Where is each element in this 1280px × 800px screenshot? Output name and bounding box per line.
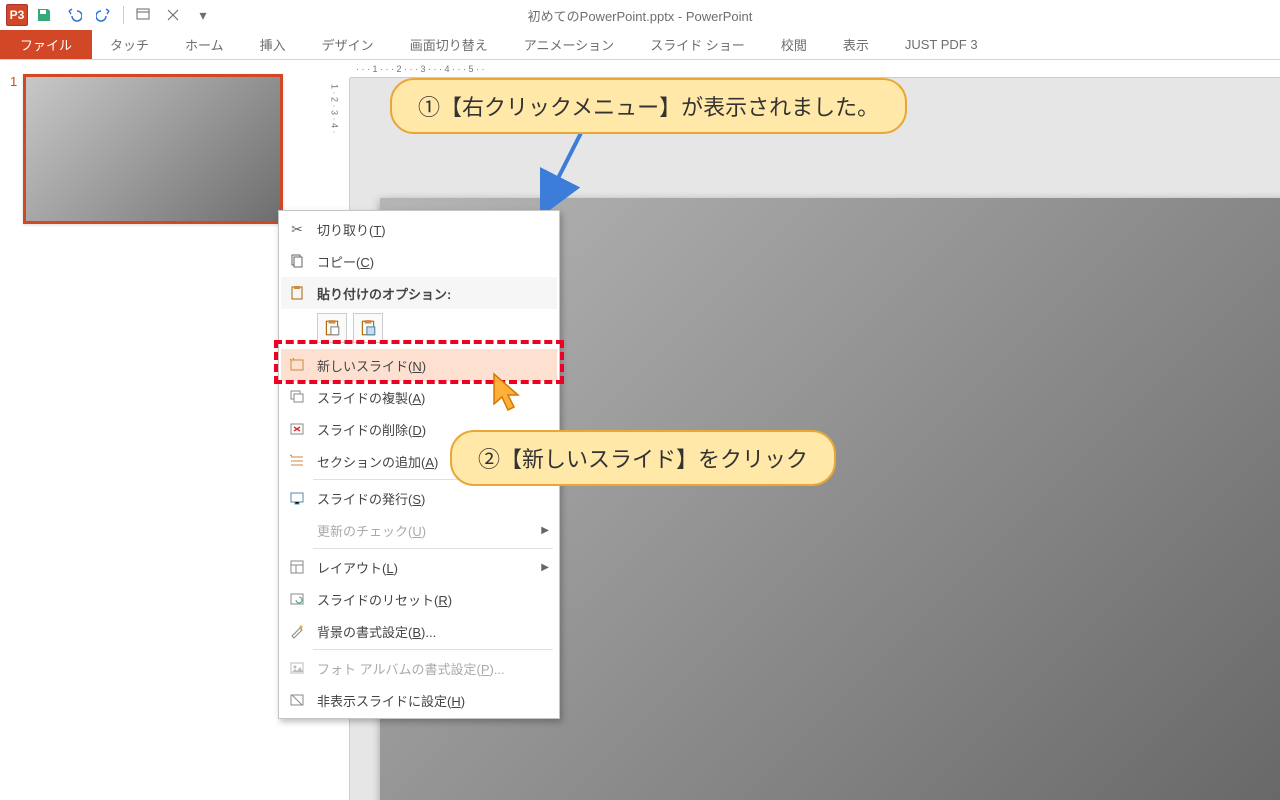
quick-access-toolbar: P3 ▾	[0, 2, 217, 28]
qa-dropdown-icon[interactable]: ▾	[189, 2, 217, 28]
menu-separator	[313, 548, 553, 549]
menu-reset-slide[interactable]: スライドのリセット(R)	[281, 583, 557, 615]
window-title: 初めてのPowerPoint.pptx - PowerPoint	[528, 6, 753, 25]
menu-cut[interactable]: ✂ 切り取り(T)	[281, 213, 557, 245]
tab-touch[interactable]: タッチ	[92, 30, 167, 59]
slide-thumbnail-wrap: 1	[10, 74, 310, 224]
tab-insert[interactable]: 挿入	[242, 30, 304, 59]
menu-label: フォト アルバムの書式設定(P)...	[317, 659, 549, 678]
qa-extra1-icon[interactable]	[129, 2, 157, 28]
menu-label: レイアウト(L)	[317, 558, 531, 577]
title-bar: P3 ▾ 初めてのPowerPoint.pptx - PowerPoint	[0, 0, 1280, 30]
copy-icon	[287, 251, 307, 271]
cut-icon: ✂	[287, 219, 307, 239]
app-icon[interactable]: P3	[6, 4, 28, 26]
menu-photo-album: フォト アルバムの書式設定(P)...	[281, 652, 557, 684]
callout-1: ①【右クリックメニュー】が表示されました。	[390, 78, 907, 134]
tab-home[interactable]: ホーム	[167, 30, 242, 59]
menu-label: 切り取り(T)	[317, 220, 549, 239]
callout-2: ②【新しいスライド】をクリック	[450, 430, 836, 486]
tab-file[interactable]: ファイル	[0, 30, 92, 59]
slide-number: 1	[10, 74, 17, 224]
reset-icon	[287, 589, 307, 609]
menu-layout[interactable]: レイアウト(L) ▶	[281, 551, 557, 583]
horizontal-ruler: · · · 1 · · · 2 · · · 3 · · · 4 · · · 5 …	[350, 60, 1280, 78]
menu-format-background[interactable]: 背景の書式設定(B)...	[281, 615, 557, 647]
section-icon	[287, 451, 307, 471]
menu-check-updates: 更新のチェック(U) ▶	[281, 514, 557, 546]
delete-icon	[287, 419, 307, 439]
menu-label: スライドのリセット(R)	[317, 590, 549, 609]
menu-label: 背景の書式設定(B)...	[317, 622, 549, 641]
cursor-icon	[490, 372, 526, 416]
menu-label: 非表示スライドに設定(H)	[317, 691, 549, 710]
slide-thumbnail-1[interactable]	[23, 74, 283, 224]
format-bg-icon	[287, 621, 307, 641]
submenu-arrow-icon: ▶	[541, 525, 549, 536]
blank-icon	[287, 520, 307, 540]
tab-review[interactable]: 校閲	[763, 30, 825, 59]
menu-label: 貼り付けのオプション:	[317, 284, 549, 303]
ribbon-tabs: ファイル タッチ ホーム 挿入 デザイン 画面切り替え アニメーション スライド…	[0, 30, 1280, 60]
menu-separator	[313, 649, 553, 650]
new-slide-icon	[287, 355, 307, 375]
tab-justpdf[interactable]: JUST PDF 3	[887, 30, 996, 59]
menu-paste-header: 貼り付けのオプション:	[281, 277, 557, 309]
photo-album-icon	[287, 658, 307, 678]
menu-copy[interactable]: コピー(C)	[281, 245, 557, 277]
paste-option-1[interactable]	[317, 313, 347, 343]
paste-icon	[287, 283, 307, 303]
tab-slideshow[interactable]: スライド ショー	[632, 30, 763, 59]
tab-design[interactable]: デザイン	[304, 30, 392, 59]
thumbnail-pane[interactable]: 1	[0, 60, 320, 800]
menu-label: 更新のチェック(U)	[317, 521, 531, 540]
submenu-arrow-icon: ▶	[541, 562, 549, 573]
paste-options-row	[281, 309, 557, 349]
redo-icon[interactable]	[90, 2, 118, 28]
separator	[123, 6, 124, 24]
menu-hide-slide[interactable]: 非表示スライドに設定(H)	[281, 684, 557, 716]
menu-publish-slides[interactable]: スライドの発行(S)	[281, 482, 557, 514]
qa-extra2-icon[interactable]	[159, 2, 187, 28]
menu-label: コピー(C)	[317, 252, 549, 271]
paste-option-2[interactable]	[353, 313, 383, 343]
save-icon[interactable]	[30, 2, 58, 28]
tab-transitions[interactable]: 画面切り替え	[392, 30, 506, 59]
tab-view[interactable]: 表示	[825, 30, 887, 59]
duplicate-icon	[287, 387, 307, 407]
hide-slide-icon	[287, 690, 307, 710]
undo-icon[interactable]	[60, 2, 88, 28]
menu-label: スライドの発行(S)	[317, 489, 549, 508]
layout-icon	[287, 557, 307, 577]
publish-icon	[287, 488, 307, 508]
tab-animations[interactable]: アニメーション	[506, 30, 632, 59]
